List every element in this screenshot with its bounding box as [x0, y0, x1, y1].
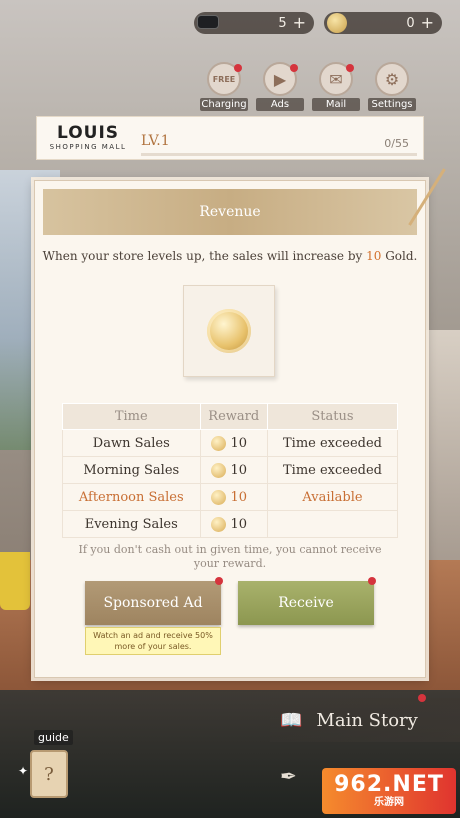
- notification-dot: [346, 64, 354, 72]
- coin-icon: [210, 463, 226, 478]
- sales-table: Time Reward Status Dawn Sales 10 Time ex…: [62, 403, 399, 538]
- table-row: Afternoon Sales 10 Available: [62, 483, 399, 511]
- column-time: Time: [62, 403, 201, 430]
- watermark: 962.NET 乐游网: [322, 768, 456, 814]
- notification-dot: [290, 64, 298, 72]
- store-level: LV.1: [141, 133, 170, 149]
- coin-icon: [210, 490, 226, 505]
- gold-coin-icon: [327, 13, 347, 33]
- charging-button[interactable]: FREE Charging: [200, 62, 248, 111]
- table-row: Morning Sales 10 Time exceeded: [62, 456, 399, 484]
- dialog-title: Revenue: [199, 204, 261, 220]
- gear-icon: ⚙: [375, 62, 409, 96]
- ticket-icon: [197, 15, 219, 29]
- table-row: Evening Sales 10: [62, 510, 399, 538]
- top-menu: FREE Charging ▶ Ads ✉ Mail ⚙ Settings: [200, 62, 416, 111]
- store-level-bar: LOUIS SHOPPING MALL LV.1 0/55: [36, 116, 424, 160]
- settings-button[interactable]: ⚙ Settings: [368, 62, 416, 111]
- column-status: Status: [266, 403, 399, 430]
- main-story-label: Main Story: [316, 709, 418, 731]
- cashout-warning: If you don't cash out in given time, you…: [78, 543, 382, 570]
- ads-label: Ads: [256, 98, 304, 111]
- reward-preview: [183, 285, 275, 377]
- question-icon: ?: [44, 763, 54, 785]
- notification-dot: [368, 577, 376, 585]
- mail-button[interactable]: ✉ Mail: [312, 62, 360, 111]
- guide-button[interactable]: ?: [30, 750, 68, 798]
- ad-tooltip: Watch an ad and receive 50% more of your…: [85, 627, 221, 655]
- feather-icon[interactable]: ✒: [280, 764, 297, 788]
- shelf: [420, 330, 460, 590]
- charging-label: Charging: [200, 98, 248, 111]
- gold-count: 0: [406, 15, 415, 31]
- ticket-counter[interactable]: 5 +: [194, 12, 314, 34]
- main-story-button[interactable]: 📖 Main Story: [270, 694, 460, 742]
- add-ticket-icon[interactable]: +: [293, 15, 306, 31]
- level-progress-bar: [141, 153, 417, 156]
- revenue-dialog: Revenue When your store levels up, the s…: [34, 168, 446, 678]
- ticket-count: 5: [278, 15, 287, 31]
- dialog-description: When your store levels up, the sales wil…: [42, 249, 418, 263]
- add-gold-icon[interactable]: +: [421, 15, 434, 31]
- gold-counter[interactable]: 0 +: [324, 12, 442, 34]
- coin-icon: [210, 436, 226, 451]
- store-logo: LOUIS SHOPPING MALL: [49, 123, 127, 151]
- notification-dot: [234, 64, 242, 72]
- settings-label: Settings: [368, 98, 416, 111]
- mail-label: Mail: [312, 98, 360, 111]
- gold-coin-icon: [207, 309, 251, 353]
- coin-icon: [210, 517, 226, 532]
- level-progress-text: 0/55: [384, 137, 409, 150]
- ads-button[interactable]: ▶ Ads: [256, 62, 304, 111]
- sponsored-ad-button[interactable]: Sponsored Ad: [85, 577, 223, 625]
- dialog-header: Revenue: [43, 168, 446, 235]
- pen-cup: [0, 552, 30, 610]
- notification-dot: [418, 694, 426, 702]
- table-row: Dawn Sales 10 Time exceeded: [62, 429, 399, 457]
- guide-label: guide: [34, 730, 73, 745]
- notification-dot: [215, 577, 223, 585]
- sparkle-icon: ✦: [18, 764, 29, 778]
- book-icon: 📖: [280, 709, 303, 731]
- receive-button[interactable]: Receive: [238, 577, 376, 625]
- column-reward: Reward: [199, 403, 268, 430]
- gold-amount: 10: [366, 249, 382, 263]
